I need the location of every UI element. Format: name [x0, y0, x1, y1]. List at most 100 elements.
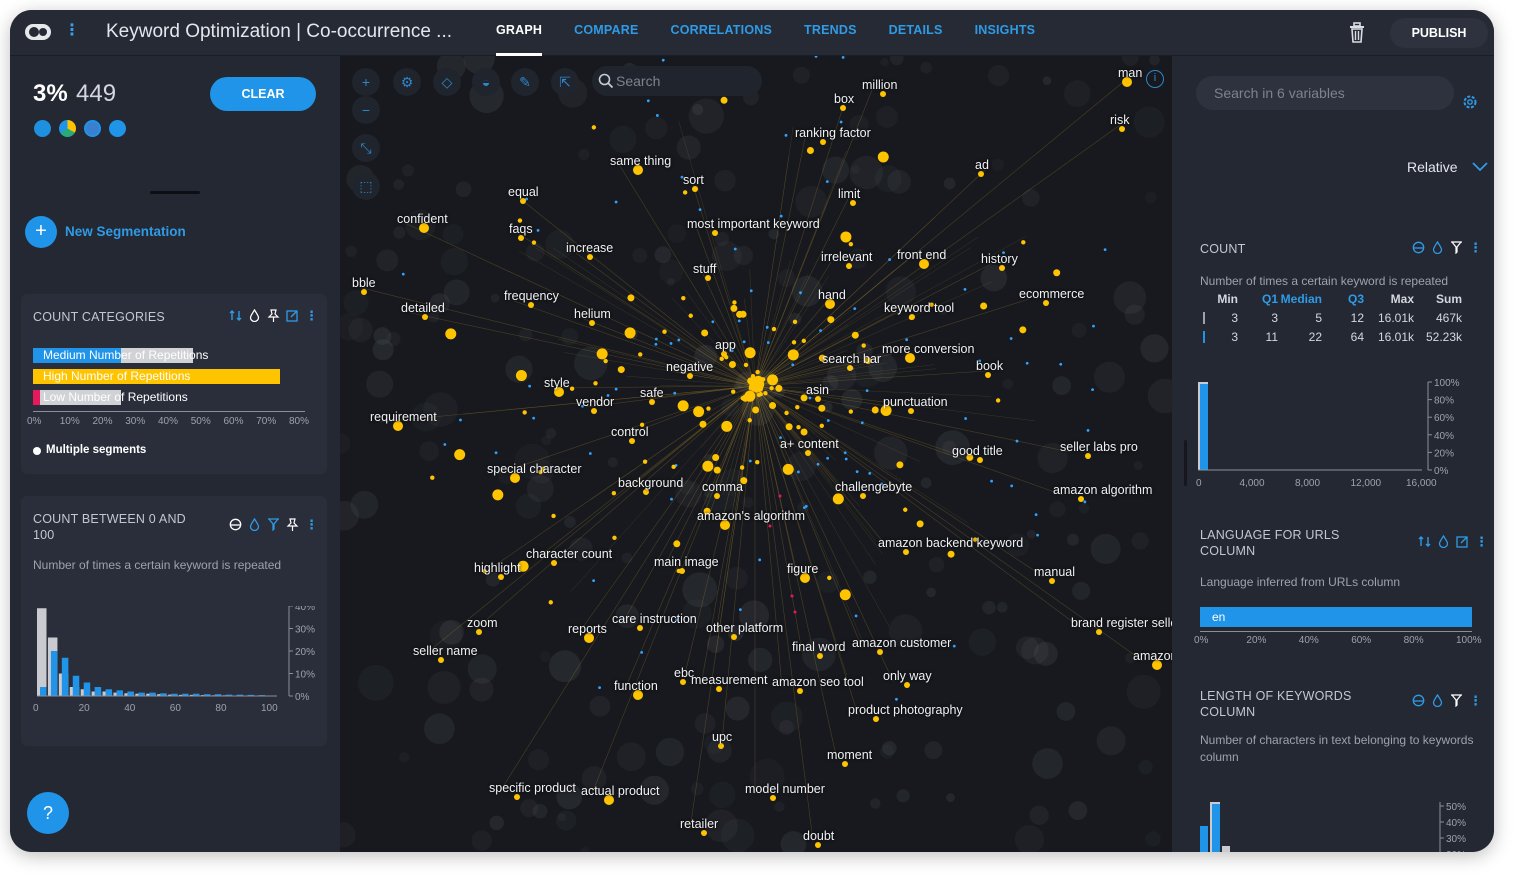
graph-node[interactable]: [536, 228, 540, 232]
graph-node[interactable]: [721, 420, 733, 432]
node-label[interactable]: retailer: [680, 817, 718, 831]
color-drop-icon[interactable]: [248, 518, 261, 531]
node-label[interactable]: most important keyword: [687, 217, 820, 231]
node-label[interactable]: hand: [818, 288, 846, 302]
graph-node[interactable]: [713, 466, 721, 474]
graph-node[interactable]: [598, 686, 601, 690]
node-label[interactable]: amazon's algorithm: [697, 509, 805, 523]
graph-node[interactable]: [1010, 484, 1014, 488]
graph-node[interactable]: [749, 289, 753, 293]
card-menu-icon[interactable]: ⋮: [305, 309, 318, 322]
node-label[interactable]: amazon algorithm: [1053, 483, 1152, 497]
graph-node[interactable]: [1025, 361, 1029, 365]
color-drop-icon[interactable]: [1431, 241, 1444, 254]
graph-node[interactable]: [642, 459, 648, 464]
graph-node[interactable]: [903, 507, 908, 512]
histogram-bar[interactable]: [72, 675, 80, 696]
graph-node[interactable]: [638, 352, 643, 357]
trash-icon[interactable]: [1347, 22, 1367, 44]
segment-icon[interactable]: [1412, 694, 1425, 707]
graph-node[interactable]: [790, 594, 794, 598]
graph-node[interactable]: [617, 366, 625, 374]
node-label[interactable]: seller labs pro: [1060, 440, 1138, 454]
graph-node[interactable]: [744, 390, 756, 402]
graph-node[interactable]: [775, 384, 783, 392]
filter-icon[interactable]: [1450, 694, 1463, 707]
node-label[interactable]: product photography: [848, 703, 963, 717]
graph-node[interactable]: [677, 338, 681, 342]
graph-node[interactable]: [1019, 326, 1027, 334]
graph-node[interactable]: [640, 650, 644, 654]
graph-node[interactable]: [661, 58, 665, 62]
graph-node[interactable]: [702, 460, 714, 472]
node-label[interactable]: brand register seller: [1071, 616, 1172, 630]
graph-node[interactable]: [753, 384, 759, 390]
node-label[interactable]: box: [834, 92, 854, 106]
histogram-bar[interactable]: [105, 689, 113, 696]
graph-node[interactable]: [736, 310, 744, 318]
app-logo-icon[interactable]: [24, 22, 52, 42]
node-label[interactable]: model number: [745, 782, 825, 796]
node-label[interactable]: irrelevant: [821, 250, 872, 264]
graph-node[interactable]: [611, 491, 617, 496]
histogram-bar[interactable]: [1200, 384, 1208, 470]
node-label[interactable]: moment: [827, 748, 872, 762]
graph-node[interactable]: [515, 370, 527, 382]
filter-icon[interactable]: [1450, 241, 1463, 254]
node-label[interactable]: equal: [508, 185, 539, 199]
node-label[interactable]: confident: [397, 212, 448, 226]
node-label[interactable]: requirement: [370, 410, 437, 424]
graph-node[interactable]: [445, 328, 457, 340]
graph-node[interactable]: [791, 363, 795, 367]
graph-node[interactable]: [792, 319, 798, 325]
node-label[interactable]: good title: [952, 444, 1003, 458]
node-label[interactable]: highlight: [474, 561, 521, 575]
node-label[interactable]: front end: [897, 248, 946, 262]
node-label[interactable]: negative: [666, 360, 713, 374]
node-label[interactable]: seller name: [413, 644, 478, 658]
graph-node[interactable]: [814, 56, 818, 58]
graph-node[interactable]: [848, 409, 854, 414]
pin-icon[interactable]: ✎: [511, 68, 539, 96]
histogram-bar[interactable]: [94, 687, 102, 696]
segment-dot-icon[interactable]: [59, 120, 76, 137]
pin-icon[interactable]: [267, 309, 280, 322]
graph-node[interactable]: [947, 550, 955, 558]
graph-node[interactable]: [654, 337, 658, 341]
new-segmentation-link[interactable]: New Segmentation: [65, 224, 186, 239]
node-label[interactable]: control: [611, 425, 649, 439]
chevron-down-icon[interactable]: [1472, 162, 1488, 172]
node-label[interactable]: amazon l: [1133, 649, 1172, 663]
graph-node[interactable]: [964, 417, 968, 420]
edit-icon[interactable]: [286, 309, 299, 322]
graph-node[interactable]: [612, 535, 617, 540]
node-label[interactable]: reports: [568, 622, 607, 636]
graph-node[interactable]: [868, 471, 872, 475]
graph-node[interactable]: [1021, 240, 1026, 245]
graph-node[interactable]: [688, 313, 693, 318]
graph-node[interactable]: [752, 406, 760, 414]
graph-node[interactable]: [673, 391, 677, 395]
tab-graph[interactable]: GRAPH: [480, 10, 558, 56]
node-label[interactable]: sort: [683, 173, 704, 187]
graph-node[interactable]: [673, 540, 681, 548]
segment-dot-icon[interactable]: [109, 120, 126, 137]
graph-node[interactable]: [719, 356, 724, 361]
histogram-bar[interactable]: [138, 692, 145, 696]
graph-node[interactable]: [596, 348, 608, 360]
histogram-bar[interactable]: [40, 687, 47, 696]
zoom-in-icon[interactable]: +: [352, 68, 380, 96]
settings-icon[interactable]: ⚙: [393, 68, 421, 96]
graph-node[interactable]: [752, 375, 764, 387]
fit-screen-icon[interactable]: ⤡: [352, 134, 380, 162]
graph-node[interactable]: [758, 392, 763, 397]
graph-node[interactable]: [825, 180, 829, 184]
graph-node[interactable]: [787, 349, 799, 361]
graph-node[interactable]: [646, 99, 650, 103]
graph-canvas[interactable]: [340, 56, 1172, 852]
graph-node[interactable]: [844, 457, 848, 461]
histogram-bar[interactable]: [116, 690, 123, 696]
graph-node[interactable]: [730, 304, 738, 312]
graph-node[interactable]: [916, 520, 924, 528]
histogram-bar-bg[interactable]: [1222, 846, 1230, 852]
